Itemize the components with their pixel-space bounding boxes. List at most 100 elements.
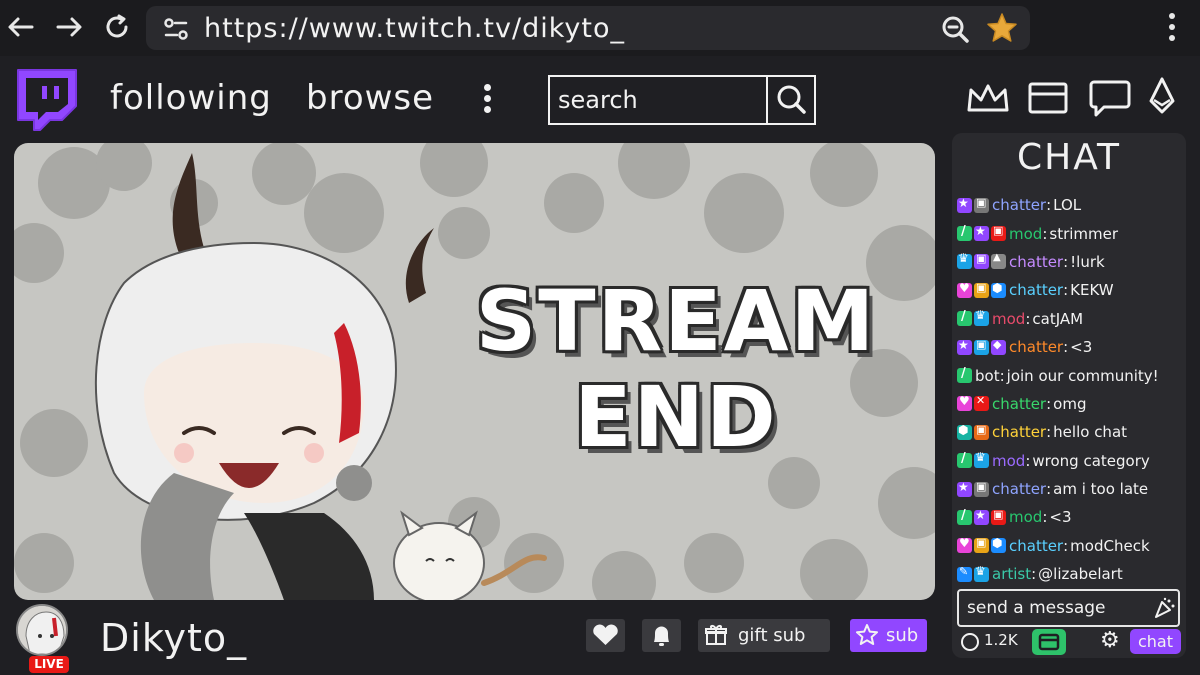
nav-following[interactable]: following xyxy=(110,78,272,118)
gift-badge-icon[interactable] xyxy=(991,224,1006,242)
chat-username[interactable]: chatter xyxy=(992,423,1046,441)
gift-badge-icon[interactable] xyxy=(974,252,989,270)
chat-message-text: <3 xyxy=(1049,508,1072,527)
stream-player[interactable]: STREAM END xyxy=(14,143,935,600)
chat-username[interactable]: chatter xyxy=(992,196,1046,214)
channel-points-button[interactable] xyxy=(1032,629,1066,655)
chat-message-text: wrong category xyxy=(1032,451,1150,470)
heart-badge-icon[interactable] xyxy=(957,536,972,554)
crown-badge-icon[interactable] xyxy=(974,564,989,582)
channel-avatar[interactable] xyxy=(16,604,68,656)
gift-badge-icon[interactable] xyxy=(991,508,1006,525)
back-arrow-icon[interactable] xyxy=(6,12,36,42)
sword-badge-icon[interactable] xyxy=(957,224,972,242)
forward-arrow-icon[interactable] xyxy=(54,12,84,42)
gift-badge-icon[interactable] xyxy=(974,536,989,554)
search-button[interactable] xyxy=(766,77,814,123)
notifications-button[interactable] xyxy=(642,619,681,652)
gift-badge-icon[interactable] xyxy=(974,338,989,355)
inbox-icon[interactable] xyxy=(1026,76,1070,120)
chat-message-text: catJAM xyxy=(1032,309,1084,328)
star-badge-icon[interactable] xyxy=(957,480,972,497)
gem-badge-icon[interactable] xyxy=(991,338,1006,355)
gift-badge-icon[interactable] xyxy=(974,480,989,497)
twitch-logo[interactable] xyxy=(12,66,80,134)
reload-icon[interactable] xyxy=(102,12,132,42)
tri-badge-icon[interactable] xyxy=(991,252,1006,270)
star-badge-icon[interactable] xyxy=(974,224,989,242)
chat-settings-gear-icon[interactable]: ⚙ xyxy=(1100,629,1124,653)
nav-browse[interactable]: browse xyxy=(306,78,434,118)
heart-badge-icon[interactable] xyxy=(957,394,972,412)
chat-message-list: chatter:LOLmod:strimmerchatter:!lurkchat… xyxy=(957,191,1185,588)
follow-button[interactable] xyxy=(586,619,625,652)
crown-icon[interactable] xyxy=(966,76,1010,120)
chat-username[interactable]: chatter xyxy=(1009,338,1063,356)
stream-end-line2: END xyxy=(574,368,778,466)
chat-message-text: strimmer xyxy=(1049,224,1119,243)
heart-badge-icon[interactable] xyxy=(957,281,972,298)
sword-badge-icon[interactable] xyxy=(957,451,972,469)
gift-badge-icon[interactable] xyxy=(974,196,989,213)
subscribe-button[interactable]: sub xyxy=(850,619,927,652)
chat-message: chatter:<3 xyxy=(957,333,1185,361)
chat-username[interactable]: mod xyxy=(1009,508,1042,526)
hex-badge-icon[interactable] xyxy=(957,423,972,440)
chat-separator: : xyxy=(999,366,1005,385)
chat-username[interactable]: chatter xyxy=(1009,281,1063,299)
sword-badge-icon[interactable] xyxy=(957,508,972,525)
chat-username[interactable]: mod xyxy=(1009,225,1042,243)
sword-badge-icon[interactable] xyxy=(957,366,972,384)
chat-username[interactable]: chatter xyxy=(1009,253,1063,271)
stream-end-line1: STREAM xyxy=(475,272,877,370)
channel-points-icon xyxy=(1038,633,1060,651)
browser-menu-icon[interactable] xyxy=(1162,10,1182,46)
crown-badge-icon[interactable] xyxy=(974,450,989,469)
search-icon xyxy=(777,85,806,114)
chat-message: chatter:am i too late xyxy=(957,475,1185,503)
bookmark-star-icon[interactable] xyxy=(986,12,1018,44)
chat-input[interactable] xyxy=(959,591,1139,625)
chat-message-text: am i too late xyxy=(1053,480,1149,499)
channel-name[interactable]: Dikyto_ xyxy=(100,616,247,660)
address-bar[interactable]: https://www.twitch.tv/dikyto_ xyxy=(146,6,1030,50)
x-badge-icon[interactable] xyxy=(974,394,989,412)
bits-icon[interactable] xyxy=(1140,76,1184,120)
chat-username[interactable]: artist xyxy=(992,565,1031,583)
chat-username[interactable]: bot xyxy=(975,367,1000,385)
gift-sub-button[interactable]: gift sub xyxy=(698,619,830,652)
hex-badge-icon[interactable] xyxy=(991,536,1006,554)
star-badge-icon[interactable] xyxy=(957,338,972,355)
whispers-icon[interactable] xyxy=(1088,76,1132,120)
more-options-icon[interactable] xyxy=(480,82,494,118)
zoom-out-icon[interactable] xyxy=(940,14,970,44)
chat-username[interactable]: mod xyxy=(992,452,1025,470)
hex-badge-icon[interactable] xyxy=(991,281,1006,298)
gift-badge-icon[interactable] xyxy=(974,423,989,440)
chat-input-box xyxy=(957,589,1180,627)
crown-badge-icon[interactable] xyxy=(974,308,989,327)
crown-badge-icon[interactable] xyxy=(957,251,972,270)
chat-username[interactable]: chatter xyxy=(992,395,1046,413)
chat-message-text: !lurk xyxy=(1070,252,1105,271)
chat-message: chatter:omg xyxy=(957,390,1185,418)
gift-badge-icon[interactable] xyxy=(974,281,989,298)
pen-badge-icon[interactable] xyxy=(957,565,972,582)
gift-icon xyxy=(705,625,727,645)
chat-separator: : xyxy=(1042,224,1048,243)
url-text[interactable]: https://www.twitch.tv/dikyto_ xyxy=(204,13,625,44)
star-badge-icon[interactable] xyxy=(974,508,989,525)
chat-username[interactable]: chatter xyxy=(1009,537,1063,555)
search-input[interactable] xyxy=(550,77,766,123)
chat-send-button[interactable]: chat xyxy=(1130,629,1181,654)
chat-message: mod:<3 xyxy=(957,503,1185,531)
chat-username[interactable]: chatter xyxy=(992,480,1046,498)
emote-picker-icon[interactable] xyxy=(1153,597,1175,619)
chat-username[interactable]: mod xyxy=(992,310,1025,328)
star-badge-icon[interactable] xyxy=(957,196,972,213)
sub-label: sub xyxy=(886,625,919,646)
site-settings-icon[interactable] xyxy=(164,18,188,40)
chat-separator: : xyxy=(1042,508,1048,527)
sword-badge-icon[interactable] xyxy=(957,309,972,327)
chat-message: chatter:LOL xyxy=(957,191,1185,219)
